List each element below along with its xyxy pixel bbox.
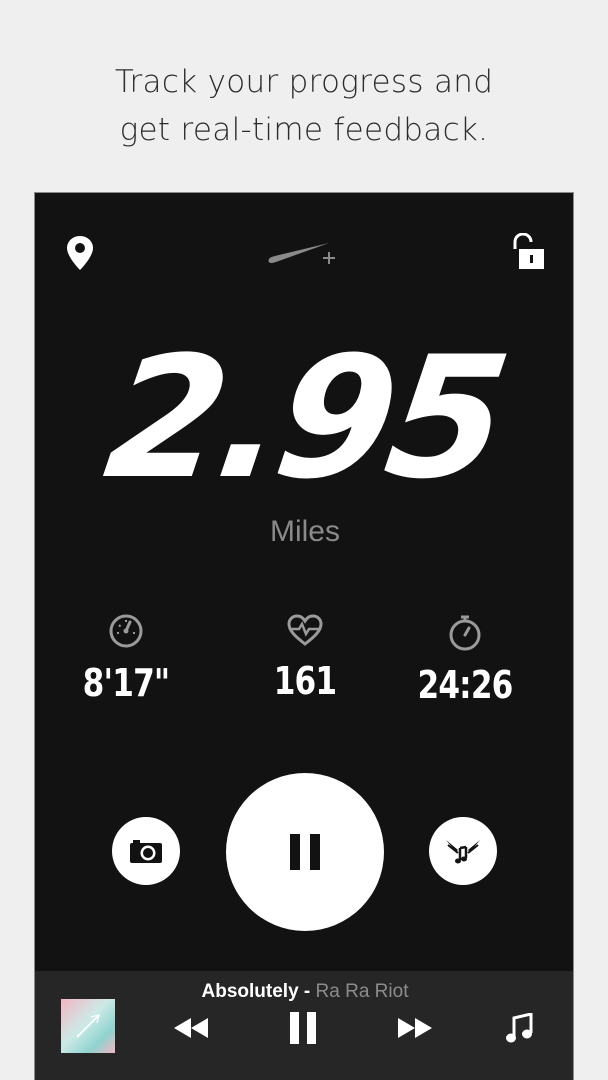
player-pause-icon[interactable]	[289, 1011, 317, 1045]
album-art[interactable]	[61, 999, 115, 1053]
now-playing: Absolutely - Ra Ra Riot	[35, 981, 573, 1003]
fast-forward-icon[interactable]	[397, 1017, 433, 1039]
duration-stat: 24:26	[385, 613, 545, 707]
heart-rate-value: 161	[273, 659, 337, 703]
song-separator: -	[298, 981, 316, 1002]
promo-line-1: Track your progress and	[114, 64, 494, 100]
promo-headline: Track your progress and get real-time fe…	[0, 58, 608, 154]
artist-name: Ra Ra Riot	[315, 981, 409, 1002]
promo-line-2: get real-time feedback.	[119, 112, 489, 148]
camera-button[interactable]	[112, 817, 180, 885]
rewind-icon[interactable]	[173, 1017, 209, 1039]
music-player: Absolutely - Ra Ra Riot	[35, 971, 573, 1080]
winged-music-icon	[446, 840, 480, 864]
pace-value: 8'17"	[82, 661, 171, 705]
unlock-icon[interactable]	[511, 233, 545, 271]
distance-unit: Miles	[269, 515, 340, 548]
app-screen: 2.95 Miles 8'17" 161 24:26 Absolutely - …	[34, 192, 574, 1080]
pace-stat: 8'17"	[46, 613, 206, 705]
distance-value: 2.95	[95, 320, 515, 516]
pause-run-button[interactable]	[226, 773, 384, 931]
heart-rate-stat: 161	[225, 613, 385, 703]
music-note-icon[interactable]	[505, 1013, 533, 1045]
powersong-button[interactable]	[429, 817, 497, 885]
song-title: Absolutely	[201, 981, 299, 1002]
location-pin-icon[interactable]	[65, 235, 95, 271]
duration-value: 24:26	[417, 663, 513, 707]
nike-plus-logo	[268, 243, 335, 264]
stopwatch-icon	[449, 615, 481, 651]
heart-rate-icon	[287, 614, 323, 646]
pause-icon	[290, 834, 320, 870]
camera-icon	[130, 840, 162, 863]
speedometer-icon	[109, 614, 143, 648]
